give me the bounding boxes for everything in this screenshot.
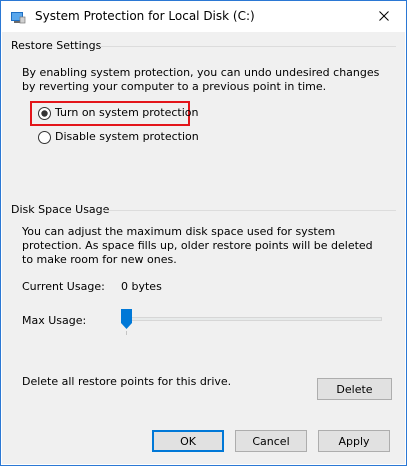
restore-settings-divider xyxy=(100,46,396,47)
system-protection-dialog: System Protection for Local Disk (C:) Re… xyxy=(0,0,407,466)
slider-track[interactable] xyxy=(121,317,382,321)
title-bar: System Protection for Local Disk (C:) xyxy=(1,1,406,32)
system-drive-icon xyxy=(11,12,26,24)
restore-settings-label: Restore Settings xyxy=(11,39,102,52)
current-usage-label: Current Usage: xyxy=(22,280,105,293)
restore-settings-description: By enabling system protection, you can u… xyxy=(22,66,380,93)
window-title: System Protection for Local Disk (C:) xyxy=(35,9,255,23)
disk-space-usage-label: Disk Space Usage xyxy=(11,203,110,216)
disk-space-description: You can adjust the maximum disk space us… xyxy=(22,225,373,266)
current-usage-value: 0 bytes xyxy=(121,280,162,293)
disk-space-divider xyxy=(103,210,396,211)
apply-button[interactable]: Apply xyxy=(318,430,390,452)
max-usage-label: Max Usage: xyxy=(22,314,87,327)
slider-thumb[interactable] xyxy=(121,309,132,329)
ok-button[interactable]: OK xyxy=(152,430,224,452)
cancel-button[interactable]: Cancel xyxy=(235,430,307,452)
close-icon xyxy=(378,11,389,21)
radio-disable-label[interactable]: Disable system protection xyxy=(55,130,199,143)
delete-button[interactable]: Delete xyxy=(317,378,392,400)
dialog-body: Restore Settings By enabling system prot… xyxy=(2,32,405,464)
delete-description: Delete all restore points for this drive… xyxy=(22,375,232,388)
close-button[interactable] xyxy=(361,1,406,31)
slider-tick xyxy=(126,331,127,335)
radio-disable[interactable] xyxy=(38,131,51,144)
radio-turn-on[interactable] xyxy=(38,107,51,120)
radio-turn-on-label[interactable]: Turn on system protection xyxy=(55,106,198,119)
